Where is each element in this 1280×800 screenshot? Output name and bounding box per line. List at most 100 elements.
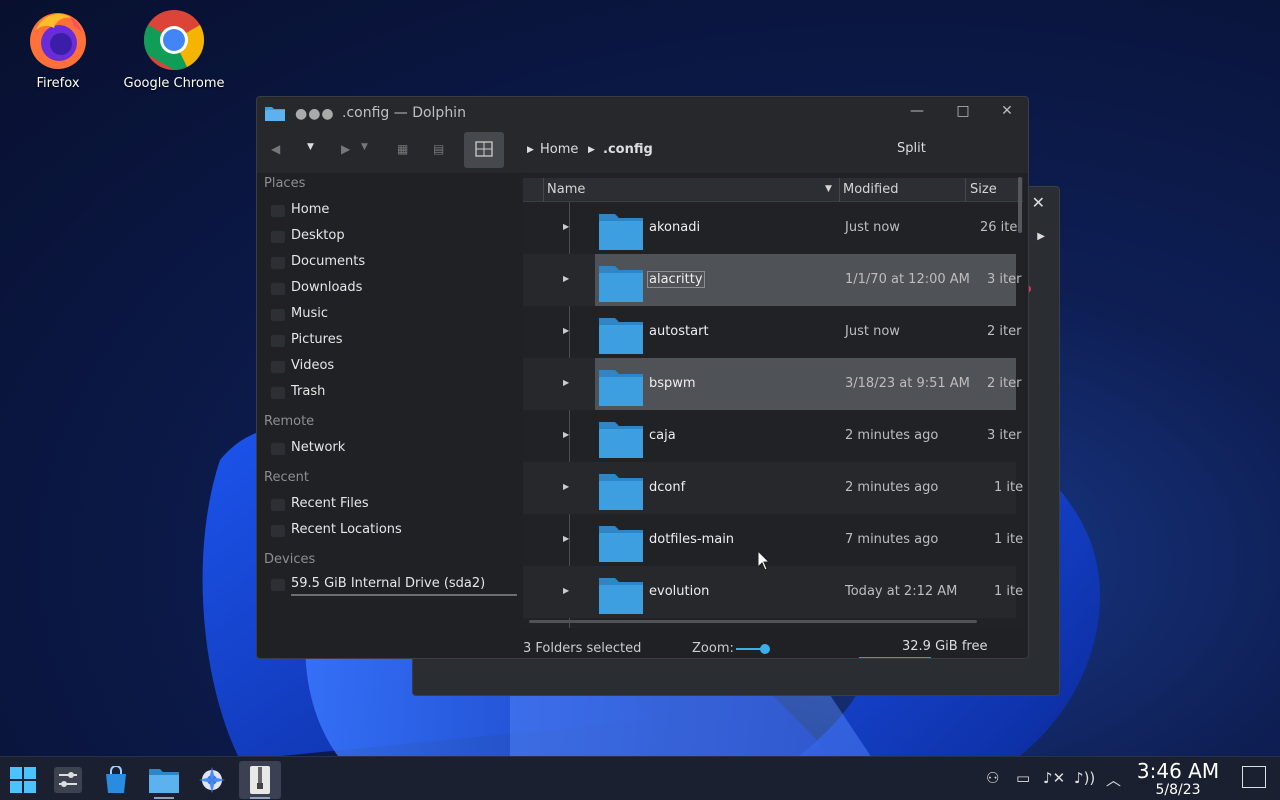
desktop-icon-chrome[interactable]: Google Chrome (119, 8, 229, 91)
column-size[interactable]: Size (970, 182, 997, 197)
dolphin-window: ●●● .config — Dolphin — □ ✕ ◀ ▼ ▶ ▼ ▦ ▤ … (256, 96, 1029, 659)
windows-start-icon (10, 767, 36, 793)
selection-status: 3 Folders selected (523, 641, 642, 656)
user-switch-icon[interactable]: ⚇ (986, 769, 999, 787)
expand-arrow-icon[interactable]: ▶ (563, 274, 569, 283)
music-icon (271, 309, 285, 321)
zoom-slider-handle[interactable] (760, 644, 770, 654)
table-row[interactable]: ▶ evolution Today at 2:12 AM 1 ite (523, 566, 1023, 618)
column-modified[interactable]: Modified (843, 182, 898, 197)
place-music[interactable]: Music (291, 306, 328, 321)
close-button[interactable]: ✕ (995, 103, 1019, 123)
place-network[interactable]: Network (291, 440, 345, 455)
discover-store-task[interactable] (95, 761, 137, 799)
place-pictures[interactable]: Pictures (291, 332, 342, 347)
place-videos[interactable]: Videos (291, 358, 334, 373)
system-settings-task[interactable] (47, 761, 89, 799)
breadcrumb-home[interactable]: Home (540, 142, 578, 157)
back-button[interactable]: ◀ (271, 142, 280, 156)
desktop-icon-firefox[interactable]: Firefox (3, 8, 113, 91)
free-space-label[interactable]: 32.9 GiB free (902, 639, 987, 654)
expand-arrow-icon[interactable]: ▶ (563, 222, 569, 231)
drive-icon (271, 579, 285, 591)
expand-arrow-icon[interactable]: ▶ (563, 378, 569, 387)
icons-view-button[interactable]: ▦ (397, 142, 408, 156)
file-name: autostart (649, 324, 709, 339)
place-desktop[interactable]: Desktop (291, 228, 345, 243)
kde-connect-task[interactable] (191, 761, 233, 799)
details-view-button[interactable] (464, 132, 504, 168)
breadcrumb-root-arrow-icon[interactable]: ▶ (527, 145, 534, 155)
videos-icon (271, 361, 285, 373)
file-size: 1 ite (994, 480, 1023, 495)
file-size: 1 ite (994, 584, 1023, 599)
chevron-right-icon[interactable]: ▶ (1037, 231, 1045, 242)
table-row[interactable]: ▶ bspwm 3/18/23 at 9:51 AM 2 iter (523, 358, 1021, 410)
back-history-dropdown-icon[interactable]: ▼ (307, 142, 314, 152)
breadcrumb-current[interactable]: .config (603, 142, 653, 157)
split-button[interactable]: Split (897, 141, 926, 156)
close-icon[interactable]: ✕ (1032, 193, 1045, 212)
clock-date: 5/8/23 (1155, 782, 1201, 798)
file-name: alacritty (647, 271, 705, 288)
dolphin-task[interactable] (143, 761, 185, 799)
place-documents[interactable]: Documents (291, 254, 365, 269)
table-row[interactable]: ▶ alacritty 1/1/70 at 12:00 AM 3 iter (523, 254, 1021, 306)
file-size: 2 iter (987, 376, 1022, 391)
sort-descending-icon[interactable]: ▼ (825, 184, 832, 194)
show-hidden-icons-chevron[interactable]: ︿ (1106, 769, 1121, 790)
column-header: Name ▼ Modified Size (523, 178, 1023, 202)
table-row[interactable]: ▶ akonadi Just now 26 ite (523, 202, 1017, 254)
place-internal-drive[interactable]: 59.5 GiB Internal Drive (sda2) (291, 576, 485, 591)
file-name: bspwm (649, 376, 696, 391)
window-menu-dots[interactable]: ●●● (295, 106, 335, 122)
chrome-icon (143, 10, 205, 71)
audio-muted-icon[interactable]: ♪✕ (1043, 769, 1065, 787)
horizontal-scrollbar[interactable] (529, 620, 977, 623)
volume-icon[interactable]: ♪)) (1074, 769, 1095, 787)
file-modified: 3/18/23 at 9:51 AM (845, 376, 970, 391)
compact-view-button[interactable]: ▤ (433, 142, 444, 156)
forward-button[interactable]: ▶ (341, 142, 350, 156)
section-places: Places (264, 176, 306, 191)
place-downloads[interactable]: Downloads (291, 280, 362, 295)
breadcrumb-separator-icon[interactable]: ▶ (588, 145, 595, 155)
expand-arrow-icon[interactable]: ▶ (563, 326, 569, 335)
digital-clock[interactable]: 3:46 AM 5/8/23 (1132, 760, 1224, 798)
folder-icon (599, 422, 643, 458)
status-bar: 3 Folders selected Zoom: 32.9 GiB free (523, 628, 1028, 658)
taskbar: ⚇ ▭ ♪✕ ♪)) ︿ (0, 756, 1280, 800)
folder-icon (599, 474, 643, 510)
archive-manager-task[interactable] (239, 761, 281, 799)
table-row[interactable]: ▶ caja 2 minutes ago 3 iter (523, 410, 1021, 462)
expand-arrow-icon[interactable]: ▶ (563, 534, 569, 543)
recent-files-icon (271, 499, 285, 511)
table-row[interactable]: ▶ dconf 2 minutes ago 1 ite (523, 462, 1023, 514)
running-indicator (250, 797, 270, 799)
forward-history-dropdown-icon[interactable]: ▼ (361, 142, 368, 152)
minimize-button[interactable]: — (905, 103, 929, 123)
place-home[interactable]: Home (291, 202, 329, 217)
expand-arrow-icon[interactable]: ▶ (563, 586, 569, 595)
place-trash[interactable]: Trash (291, 384, 325, 399)
section-remote: Remote (264, 414, 315, 429)
folder-icon (599, 214, 643, 250)
start-menu-button[interactable] (2, 761, 44, 799)
file-view[interactable]: Name ▼ Modified Size ▶ akonadi Just now … (523, 173, 1023, 628)
network-icon (271, 443, 285, 455)
column-divider (965, 178, 966, 202)
clipboard-icon[interactable]: ▭ (1016, 769, 1030, 787)
title-bar[interactable]: ●●● .config — Dolphin — □ ✕ (257, 97, 1028, 129)
show-desktop-button[interactable] (1242, 766, 1266, 788)
maximize-button[interactable]: □ (951, 103, 975, 123)
table-row[interactable]: ▶ autostart Just now 2 iter (523, 306, 1021, 358)
desktop-icon-label: Google Chrome (123, 76, 225, 91)
column-name[interactable]: Name (547, 182, 585, 197)
expand-arrow-icon[interactable]: ▶ (563, 430, 569, 439)
compass-gear-icon (199, 767, 225, 793)
desktop-icon-label: Firefox (36, 76, 80, 91)
vertical-scrollbar[interactable] (1018, 177, 1022, 233)
expand-arrow-icon[interactable]: ▶ (563, 482, 569, 491)
place-recent-locations[interactable]: Recent Locations (291, 522, 402, 537)
place-recent-files[interactable]: Recent Files (291, 496, 369, 511)
